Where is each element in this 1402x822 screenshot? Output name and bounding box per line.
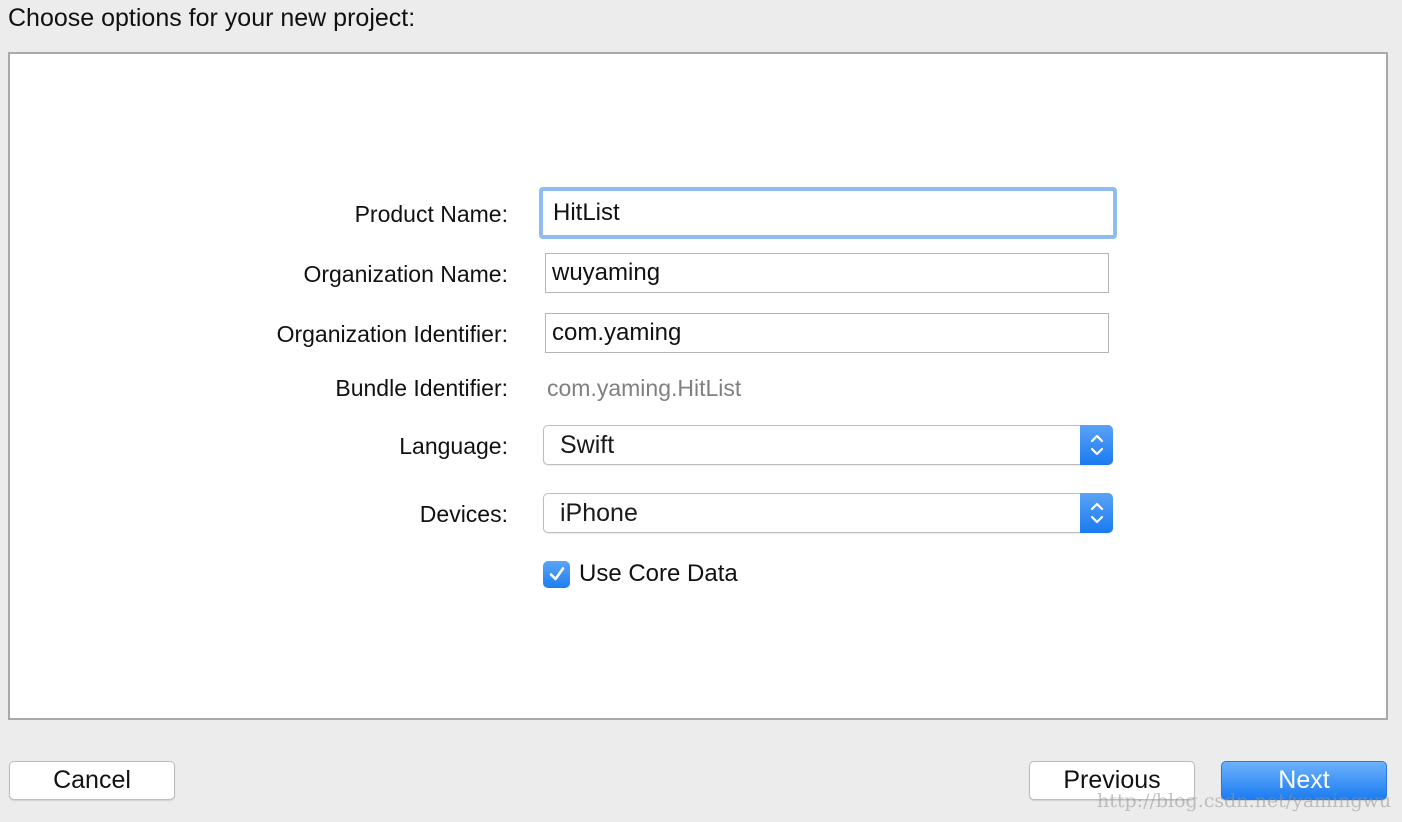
devices-popup-value: iPhone [560,499,638,527]
bundle-identifier-label: Bundle Identifier: [335,375,508,401]
product-name-label: Product Name: [354,201,508,227]
language-popup[interactable]: Swift [543,425,1113,465]
chevron-up-down-icon [1080,425,1113,465]
checkmark-icon [549,567,564,581]
devices-popup[interactable]: iPhone [543,493,1113,533]
organization-name-label: Organization Name: [303,261,508,287]
options-panel: Product Name: HitList Organization Name:… [8,52,1388,720]
page-title: Choose options for your new project: [8,4,416,32]
chevron-up-down-icon [1080,493,1113,533]
core-data-checkbox[interactable] [543,560,570,588]
organization-name-field[interactable]: wuyaming [545,253,1109,293]
core-data-label: Use Core Data [579,560,738,587]
language-popup-value: Swift [560,431,615,459]
bundle-identifier-value: com.yaming.HitList [547,375,742,401]
organization-identifier-field[interactable]: com.yaming [545,313,1109,353]
watermark: http://blog.csdn.net/yamingwu [1097,790,1392,812]
devices-label: Devices: [419,501,508,527]
organization-identifier-label: Organization Identifier: [276,321,508,347]
cancel-button[interactable]: Cancel [9,761,175,800]
product-name-field[interactable]: HitList [539,187,1117,239]
core-data-option[interactable]: Use Core Data [543,560,738,588]
language-label: Language: [399,433,508,459]
